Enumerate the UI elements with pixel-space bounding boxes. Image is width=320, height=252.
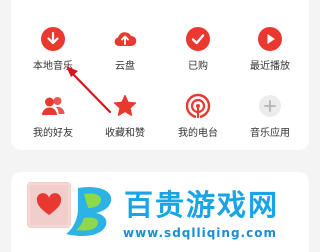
menu-label: 收藏和赞 [105, 128, 145, 139]
cloud-upload-icon [114, 32, 137, 47]
heart-icon [27, 182, 71, 228]
menu-favorites-likes[interactable]: 收藏和赞 [90, 93, 160, 139]
menu-recent-play[interactable]: 最近播放 [235, 26, 305, 72]
playlist-card [11, 172, 309, 252]
menu-my-friends[interactable]: 我的好友 [18, 93, 88, 139]
menu-label: 本地音乐 [33, 61, 73, 72]
menu-label: 我的电台 [178, 128, 218, 139]
quick-menu-card: 本地音乐 云盘 已购 最近播放 我的好友 收藏和赞 我的电台 音乐应用 [11, 0, 309, 150]
menu-label: 我的好友 [33, 128, 73, 139]
download-icon [41, 27, 65, 51]
menu-cloud-drive[interactable]: 云盘 [90, 26, 160, 72]
menu-music-apps[interactable]: 音乐应用 [235, 93, 305, 139]
playlist-cover[interactable] [27, 182, 71, 228]
friends-icon [42, 97, 65, 115]
menu-label: 最近播放 [250, 61, 290, 72]
menu-label: 音乐应用 [250, 128, 290, 139]
plus-icon [259, 95, 281, 117]
menu-my-radio[interactable]: 我的电台 [163, 93, 233, 139]
menu-purchased[interactable]: 已购 [163, 26, 233, 72]
check-icon [186, 27, 210, 51]
menu-label: 已购 [188, 61, 208, 72]
menu-label: 云盘 [115, 61, 135, 72]
radio-icon [185, 93, 211, 119]
play-icon [258, 27, 282, 51]
star-icon [113, 94, 137, 116]
menu-local-music[interactable]: 本地音乐 [18, 26, 88, 72]
